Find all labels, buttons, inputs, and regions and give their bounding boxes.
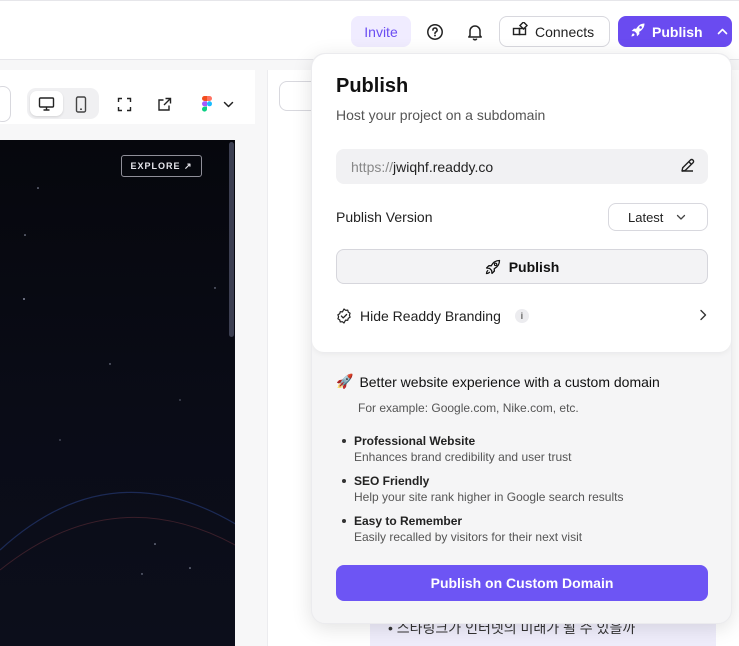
url-prefix: https:// xyxy=(351,158,394,175)
subdomain-field[interactable]: https://jwiqhf.readdy.co xyxy=(336,149,708,184)
hide-branding-row[interactable]: Hide Readdy Branding i xyxy=(336,305,708,327)
help-circle-icon[interactable] xyxy=(422,19,448,45)
feature-desc: Easily recalled by visitors for their ne… xyxy=(354,530,583,544)
verified-badge-icon xyxy=(336,308,352,324)
mobile-icon[interactable] xyxy=(71,94,91,114)
starfield-graphic xyxy=(0,187,235,575)
feature-title: Professional Website xyxy=(354,434,476,448)
publish-popover: Publish Host your project on a subdomain… xyxy=(311,53,732,624)
fullscreen-icon[interactable] xyxy=(114,94,134,114)
url-domain: jwiqhf.readdy.co xyxy=(393,158,494,175)
external-link-icon[interactable] xyxy=(154,94,174,114)
feature-title: SEO Friendly xyxy=(354,474,430,488)
bell-icon[interactable] xyxy=(462,19,488,45)
edit-pencil-icon[interactable] xyxy=(679,157,696,177)
connects-button[interactable]: Connects xyxy=(499,16,610,47)
feature-title: Easy to Remember xyxy=(354,514,463,528)
desktop-icon xyxy=(36,94,56,114)
publish-button[interactable]: Publish xyxy=(336,249,708,284)
version-value: Latest xyxy=(628,209,664,225)
bullet-dot xyxy=(342,479,346,483)
popover-title: Publish xyxy=(336,75,409,97)
bullet-dot xyxy=(342,519,346,523)
rocket-icon xyxy=(630,22,646,41)
connects-label: Connects xyxy=(535,23,595,40)
publish-menu-button[interactable]: Publish xyxy=(618,16,732,47)
connects-icon xyxy=(512,20,529,41)
promo-heading: 🚀 Better website experience with a custo… xyxy=(336,373,660,390)
chevron-up-icon xyxy=(717,26,728,37)
feature-desc: Enhances brand credibility and user trus… xyxy=(354,450,572,464)
publish-button-label: Publish xyxy=(508,258,560,275)
publish-custom-domain-button[interactable]: Publish on Custom Domain xyxy=(336,565,708,601)
promo-example: For example: Google.com, Nike.com, etc. xyxy=(358,401,579,415)
rocket-emoji-icon: 🚀 xyxy=(336,373,354,389)
popover-subtitle: Host your project on a subdomain xyxy=(336,107,546,123)
rocket-outline-icon xyxy=(485,259,501,275)
figma-icon[interactable] xyxy=(197,94,217,114)
publish-card: Publish Host your project on a subdomain… xyxy=(312,54,731,352)
url-input-partial[interactable] xyxy=(0,86,11,122)
branding-label: Hide Readdy Branding xyxy=(360,308,501,324)
version-label: Publish Version xyxy=(336,209,433,225)
info-icon[interactable]: i xyxy=(514,309,529,323)
version-select[interactable]: Latest xyxy=(608,203,708,231)
explore-button[interactable]: EXPLORE ↗ xyxy=(121,155,202,177)
feature-desc: Help your site rank higher in Google sea… xyxy=(354,490,624,504)
site-preview xyxy=(0,140,235,646)
top-bar: Invite Connects Publish xyxy=(0,0,739,60)
publish-label: Publish xyxy=(652,23,703,40)
chevron-right-icon xyxy=(698,308,708,324)
chevron-down-icon[interactable] xyxy=(218,94,238,114)
invite-label: Invite xyxy=(364,23,398,40)
preview-scrollbar[interactable] xyxy=(229,142,234,337)
bullet-dot xyxy=(342,439,346,443)
chevron-down-icon xyxy=(676,212,686,222)
promo-title: Better website experience with a custom … xyxy=(359,373,660,390)
invite-button[interactable]: Invite xyxy=(351,16,411,47)
